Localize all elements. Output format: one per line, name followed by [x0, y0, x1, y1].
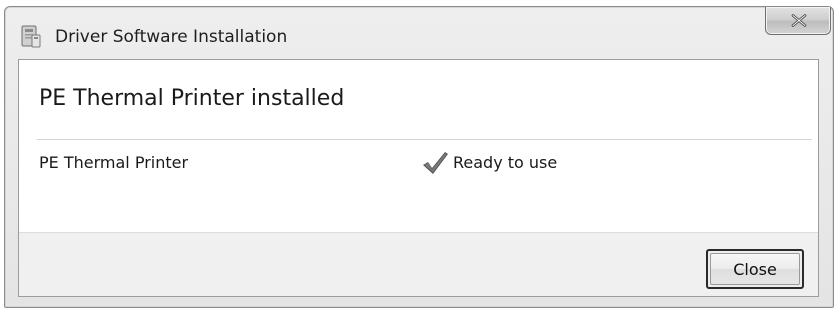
device-name: PE Thermal Printer — [39, 153, 189, 172]
driver-installation-dialog: Driver Software Installation PE Thermal … — [4, 6, 834, 308]
title-bar[interactable]: Driver Software Installation — [5, 7, 833, 59]
dialog-content: PE Thermal Printer installed PE Thermal … — [19, 60, 818, 232]
close-button-label: Close — [710, 253, 800, 285]
dialog-footer: Close — [19, 232, 818, 296]
window-close-button[interactable] — [765, 7, 831, 35]
dialog-client-area: PE Thermal Printer installed PE Thermal … — [18, 59, 819, 297]
driver-installer-icon — [19, 24, 43, 50]
close-button[interactable]: Close — [706, 249, 804, 289]
device-row: PE Thermal Printer Ready to use — [19, 148, 818, 178]
divider — [37, 139, 812, 140]
window-title: Driver Software Installation — [55, 27, 288, 47]
status-text: Ready to use — [453, 153, 558, 172]
page-title: PE Thermal Printer installed — [39, 86, 345, 111]
close-icon — [791, 14, 807, 27]
checkmark-icon — [421, 150, 449, 176]
